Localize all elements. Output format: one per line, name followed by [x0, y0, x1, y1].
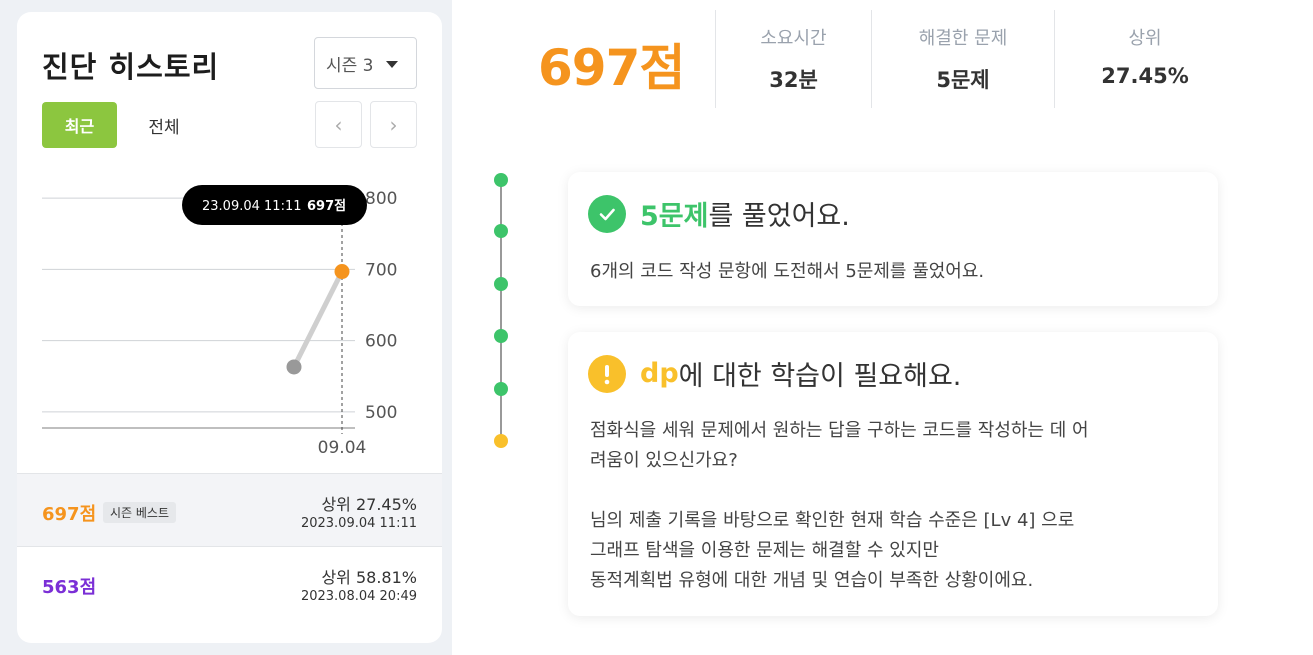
timeline-dot: [494, 277, 508, 291]
tab-all[interactable]: 전체: [129, 102, 199, 148]
solved-title: 를 풀었어요.: [708, 201, 850, 232]
season-select[interactable]: 시즌 3: [314, 37, 417, 89]
study-heading: dp 에 대한 학습이 필요해요.: [588, 354, 961, 393]
solved-heading: 5문제 를 풀었어요.: [588, 194, 850, 233]
stat-rank: 상위 27.45%: [1055, 24, 1235, 88]
stat-time: 소요시간 32분: [716, 24, 871, 94]
solved-body: 6개의 코드 작성 문항에 도전해서 5문제를 풀었어요.: [590, 261, 985, 282]
total-score: 697점: [538, 39, 685, 97]
score-chart: 500 600 700 800 09.04 23.09.04 11:11 697점: [42, 185, 397, 458]
data-point: [286, 359, 302, 375]
tab-recent[interactable]: 최근: [42, 102, 117, 148]
study-body-line: 님의 제출 기록을 바탕으로 확인한 현재 학습 수준은 [Lv 4] 으로: [590, 510, 1075, 531]
study-body-line: 려움이 있으신가요?: [590, 450, 738, 471]
record-row[interactable]: 697점 시즌 베스트 상위 27.45% 2023.09.04 11:11: [17, 473, 442, 546]
stat-value: 5문제: [936, 68, 990, 92]
timeline-line: [500, 180, 502, 442]
chevron-right-icon: ›: [389, 112, 398, 137]
study-card: dp 에 대한 학습이 필요해요. 점화식을 세워 문제에서 원하는 답을 구하…: [568, 332, 1218, 616]
season-label: 시즌 3: [326, 55, 374, 76]
study-body-line: 그래프 탐색을 이용한 문제는 해결할 수 있지만: [590, 540, 939, 561]
record-date: 2023.09.04 11:11: [300, 516, 417, 531]
study-body-line: 점화식을 세워 문제에서 원하는 답을 구하는 코드를 작성하는 데 어: [590, 420, 1089, 441]
timeline-dot: [494, 329, 508, 343]
next-button[interactable]: ›: [370, 101, 417, 148]
timeline-dot: [494, 434, 508, 448]
timeline-dot: [494, 173, 508, 187]
stat-label: 소요시간: [760, 28, 827, 49]
tooltip-date: 23.09.04 11:11: [202, 199, 302, 214]
caret-down-icon: [386, 61, 398, 68]
record-row[interactable]: 563점 상위 58.81% 2023.08.04 20:49: [17, 546, 442, 619]
tooltip-score: 697점: [307, 199, 346, 214]
record-list: 697점 시즌 베스트 상위 27.45% 2023.09.04 11:11 563점 상…: [17, 473, 442, 619]
y-tick-label: 600: [365, 332, 397, 352]
y-tick-label: 700: [365, 260, 397, 280]
x-tick-label: 09.04: [318, 438, 367, 458]
study-title: 에 대한 학습이 필요해요.: [678, 361, 962, 392]
solved-count: 5문제: [640, 201, 709, 232]
history-title: 진단 히스토리: [42, 50, 220, 84]
record-rank: 상위 27.45%: [321, 495, 417, 514]
timeline-dot: [494, 382, 508, 396]
exclamation-circle-icon: [588, 354, 626, 393]
record-rank: 상위 58.81%: [321, 568, 417, 587]
y-tick-label: 500: [365, 403, 397, 423]
series-line: [291, 269, 345, 370]
history-card: 진단 히스토리 시즌 3 최근 전체 ‹ › 500 600 700 800 09.04…: [17, 12, 442, 643]
stat-label: 상위: [1128, 28, 1162, 49]
record-score: 697점: [42, 504, 97, 525]
check-circle-icon: [588, 194, 626, 233]
stat-value: 27.45%: [1101, 64, 1189, 88]
study-topic: dp: [640, 358, 679, 389]
data-point: [334, 264, 350, 280]
study-body-line: 동적계획법 유형에 대한 개념 및 연습이 부족한 상황이에요.: [590, 570, 1034, 591]
record-score: 563점: [42, 577, 97, 598]
stat-value: 32분: [769, 68, 818, 92]
stat-solved: 해결한 문제 5문제: [872, 24, 1054, 94]
record-date: 2023.08.04 20:49: [300, 589, 417, 604]
solved-card: 5문제 를 풀었어요. 6개의 코드 작성 문항에 도전해서 5문제를 풀었어요…: [568, 172, 1218, 306]
prev-button[interactable]: ‹: [315, 101, 362, 148]
stat-label: 해결한 문제: [918, 28, 1008, 49]
timeline-dot: [494, 224, 508, 238]
study-body: 점화식을 세워 문제에서 원하는 답을 구하는 코드를 작성하는 데 어 려움이…: [590, 416, 1210, 596]
season-best-badge: 시즌 베스트: [103, 502, 177, 523]
y-tick-label: 800: [365, 189, 397, 209]
chevron-left-icon: ‹: [334, 112, 343, 137]
